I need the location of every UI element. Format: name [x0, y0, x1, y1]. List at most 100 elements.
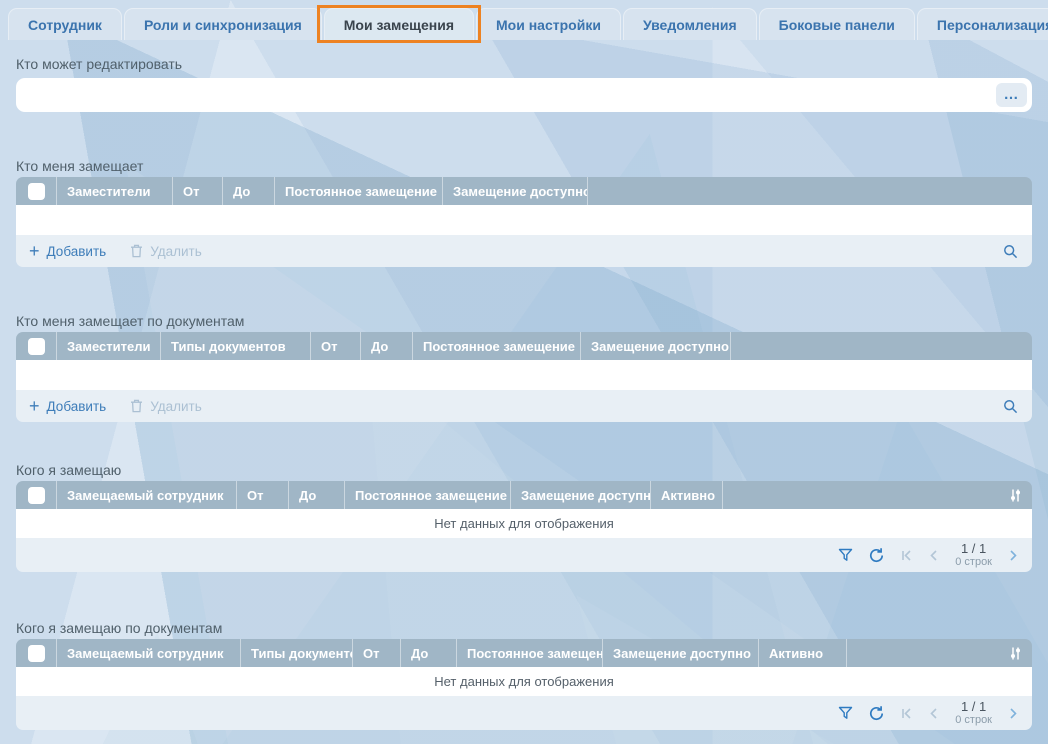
col-permanent-substitution[interactable]: Постоянное замещение	[456, 639, 602, 667]
table-empty-row	[16, 205, 1032, 235]
refresh-button[interactable]	[868, 547, 885, 564]
tab-side-panels[interactable]: Боковые панели	[759, 8, 915, 40]
table-whom-i-substitute: Замещаемый сотрудник От До Постоянное за…	[16, 481, 1032, 572]
row-count: 0 строк	[955, 556, 992, 568]
add-button[interactable]: + Добавить	[29, 399, 106, 414]
col-from[interactable]: От	[172, 177, 222, 205]
no-data-row: Нет данных для отображения	[16, 509, 1032, 538]
row-count: 0 строк	[955, 714, 992, 726]
col-to[interactable]: До	[222, 177, 274, 205]
tab-my-substitutions-label: Мои замещения	[344, 17, 454, 33]
col-substituted-employee-label: Замещаемый сотрудник	[67, 646, 223, 661]
trash-icon	[130, 244, 143, 258]
col-substitution-available[interactable]: Замещение доступно	[580, 332, 730, 360]
refresh-button[interactable]	[868, 705, 885, 722]
sliders-icon	[1008, 488, 1023, 503]
filter-button[interactable]	[838, 706, 853, 721]
first-page-icon	[900, 549, 913, 562]
tab-my-substitutions[interactable]: Мои замещения	[324, 8, 474, 40]
col-substitution-available[interactable]: Замещение доступно	[602, 639, 758, 667]
next-page-button[interactable]	[1009, 707, 1019, 720]
prev-page-button[interactable]	[928, 549, 938, 562]
search-icon	[1002, 243, 1019, 260]
tab-my-settings[interactable]: Мои настройки	[476, 8, 621, 40]
add-button-label: Добавить	[47, 399, 107, 414]
search-button[interactable]	[1002, 243, 1019, 260]
select-all-checkbox[interactable]	[28, 487, 45, 504]
select-all-checkbox[interactable]	[28, 645, 45, 662]
col-from[interactable]: От	[352, 639, 400, 667]
col-permanent-substitution[interactable]: Постоянное замещение	[274, 177, 442, 205]
col-substitution-available[interactable]: Замещение доступно	[442, 177, 587, 205]
table-who-substitutes-me-by-documents: Заместители Типы документов От До Постоя…	[16, 332, 1032, 422]
col-deputies[interactable]: Заместители	[56, 177, 172, 205]
col-from[interactable]: От	[310, 332, 360, 360]
trash-icon	[130, 399, 143, 413]
tab-roles-sync[interactable]: Роли и синхронизация	[124, 8, 322, 40]
table-footer: + Добавить Удалить	[16, 390, 1032, 422]
col-substituted-employee[interactable]: Замещаемый сотрудник	[56, 481, 236, 509]
tab-personalization[interactable]: Персонализация	[917, 8, 1048, 40]
col-substituted-employee[interactable]: Замещаемый сотрудник	[56, 639, 240, 667]
refresh-icon	[868, 547, 885, 564]
page-number: 1 / 1	[961, 542, 986, 556]
table-header-row: Замещаемый сотрудник Типы документов От …	[16, 639, 1032, 667]
table-4-title: Кого я замещаю по документам	[16, 620, 1032, 637]
select-all-checkbox[interactable]	[28, 338, 45, 355]
filter-button[interactable]	[838, 548, 853, 563]
ellipsis-icon: …	[1004, 90, 1020, 100]
delete-button-label: Удалить	[150, 399, 202, 414]
delete-button[interactable]: Удалить	[130, 399, 202, 414]
col-active[interactable]: Активно	[758, 639, 846, 667]
column-settings-button[interactable]	[1008, 646, 1023, 661]
pagination-bar: 1 / 1 0 строк	[16, 696, 1032, 730]
col-deputies[interactable]: Заместители	[56, 332, 160, 360]
col-empty	[730, 332, 1032, 360]
table-3-title: Кого я замещаю	[16, 462, 1032, 479]
prev-page-button[interactable]	[928, 707, 938, 720]
col-active[interactable]: Активно	[650, 481, 722, 509]
col-to[interactable]: До	[288, 481, 344, 509]
col-to[interactable]: До	[400, 639, 456, 667]
first-page-button[interactable]	[900, 707, 913, 720]
page-indicator: 1 / 1 0 строк	[955, 700, 992, 726]
add-button-label: Добавить	[47, 244, 107, 259]
col-empty	[587, 177, 1032, 205]
col-settings	[846, 639, 1032, 667]
first-page-button[interactable]	[900, 549, 913, 562]
col-document-types[interactable]: Типы документов	[240, 639, 352, 667]
col-from[interactable]: От	[236, 481, 288, 509]
col-permanent-substitution[interactable]: Постоянное замещение	[412, 332, 580, 360]
select-all-checkbox[interactable]	[28, 183, 45, 200]
who-can-edit-field[interactable]	[16, 78, 1032, 112]
delete-button[interactable]: Удалить	[130, 244, 202, 259]
col-substitution-available[interactable]: Замещение доступно	[510, 481, 650, 509]
sliders-icon	[1008, 646, 1023, 661]
plus-icon: +	[29, 399, 40, 413]
table-1-title: Кто меня замещает	[16, 158, 1032, 175]
next-page-button[interactable]	[1009, 549, 1019, 562]
tab-employee[interactable]: Сотрудник	[8, 8, 122, 40]
col-to[interactable]: До	[360, 332, 412, 360]
chevron-right-icon	[1009, 707, 1019, 720]
chevron-right-icon	[1009, 549, 1019, 562]
add-button[interactable]: + Добавить	[29, 244, 106, 259]
col-settings	[722, 481, 1032, 509]
more-button[interactable]: …	[996, 83, 1027, 107]
col-substituted-employee-label: Замещаемый сотрудник	[67, 488, 223, 503]
page-indicator: 1 / 1 0 строк	[955, 542, 992, 568]
table-who-substitutes-me: Заместители От До Постоянное замещение З…	[16, 177, 1032, 267]
search-icon	[1002, 398, 1019, 415]
column-settings-button[interactable]	[1008, 488, 1023, 503]
funnel-icon	[838, 548, 853, 563]
search-button[interactable]	[1002, 398, 1019, 415]
first-page-icon	[900, 707, 913, 720]
table-footer: + Добавить Удалить	[16, 235, 1032, 267]
col-document-types[interactable]: Типы документов	[160, 332, 310, 360]
col-permanent-substitution[interactable]: Постоянное замещение	[344, 481, 510, 509]
table-2-title: Кто меня замещает по документам	[16, 313, 1032, 330]
tab-notifications[interactable]: Уведомления	[623, 8, 757, 40]
pagination-bar: 1 / 1 0 строк	[16, 538, 1032, 572]
plus-icon: +	[29, 244, 40, 258]
refresh-icon	[868, 705, 885, 722]
